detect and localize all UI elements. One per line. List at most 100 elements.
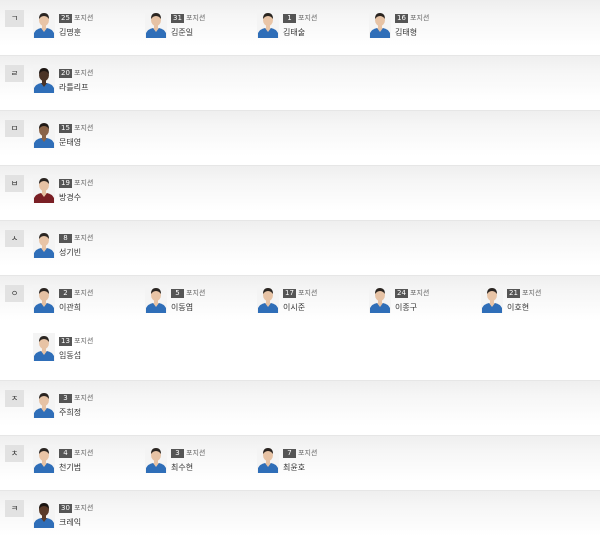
- initial-letter-label: ㅋ: [5, 500, 24, 517]
- player-photo[interactable]: [481, 285, 503, 313]
- player-photo-image: [481, 285, 503, 313]
- player-photo[interactable]: [257, 10, 279, 38]
- jersey-number-badge: 16: [395, 14, 408, 23]
- player-photo[interactable]: [33, 390, 55, 418]
- jersey-number-badge: 13: [59, 337, 72, 346]
- initial-letter-label: ㅁ: [5, 120, 24, 137]
- player-name-link[interactable]: 방경수: [59, 192, 81, 203]
- player-card[interactable]: 8 포지션성기빈: [33, 230, 143, 264]
- jersey-number-badge: 25: [59, 14, 72, 23]
- player-name-link[interactable]: 이종구: [395, 302, 417, 313]
- player-photo[interactable]: [33, 333, 55, 361]
- player-name-link[interactable]: 최윤호: [283, 462, 305, 473]
- position-label: 포지션: [410, 14, 430, 22]
- player-card[interactable]: 17 포지션 이시준: [257, 285, 367, 319]
- jersey-number-badge: 3: [171, 449, 184, 458]
- player-photo[interactable]: [257, 445, 279, 473]
- player-photo[interactable]: [369, 10, 391, 38]
- player-photo-image: [145, 445, 167, 473]
- initial-group: ㅈ 3 포지션 주희정: [0, 380, 600, 435]
- player-card[interactable]: 5 포지션 이동엽: [145, 285, 255, 319]
- player-photo[interactable]: [33, 230, 55, 258]
- initial-letter-label: ㅅ: [5, 230, 24, 247]
- player-photo[interactable]: [145, 285, 167, 313]
- player-photo-image: [33, 500, 55, 528]
- player-card[interactable]: 4 포지션 천기범: [33, 445, 143, 479]
- group-divider: [0, 220, 600, 221]
- player-name-link[interactable]: 임동섭: [59, 350, 81, 361]
- player-card[interactable]: 15 포지션 문태영: [33, 120, 143, 154]
- player-photo-image: [33, 390, 55, 418]
- player-card[interactable]: 19 포지션 방경수: [33, 175, 143, 209]
- player-name-link[interactable]: 문태영: [59, 137, 81, 148]
- jersey-number-badge: 2: [59, 289, 72, 298]
- player-name-link[interactable]: 이관희: [59, 302, 81, 313]
- player-name-link[interactable]: 이시준: [283, 302, 305, 313]
- initial-group: ㅇ 2 포지션 이관희 5 포지션 이동엽 17 포지션 이시준 24 포지션 이종구 21 포지션 이호현 1…: [0, 275, 600, 378]
- player-photo[interactable]: [33, 500, 55, 528]
- player-name-link[interactable]: 성기빈: [59, 247, 81, 258]
- group-divider: [0, 435, 600, 436]
- jersey-number-badge: 30: [59, 504, 72, 513]
- player-name-link[interactable]: 크레익: [59, 517, 81, 528]
- position-label: 포지션: [74, 337, 94, 345]
- jersey-number-badge: 17: [283, 289, 296, 298]
- position-label: 포지션: [410, 289, 430, 297]
- player-name-link[interactable]: 라틀리프: [59, 82, 88, 93]
- player-photo[interactable]: [145, 445, 167, 473]
- jersey-number-badge: 21: [507, 289, 520, 298]
- position-label: 포지션: [74, 234, 94, 242]
- player-card[interactable]: 1 포지션 김태술: [257, 10, 367, 44]
- player-card[interactable]: 30 포지션 크레익: [33, 500, 143, 534]
- player-card[interactable]: 16 포지션김태형: [369, 10, 479, 44]
- position-label: 포지션: [74, 124, 94, 132]
- position-label: 포지션: [74, 449, 94, 457]
- initial-letter-label: ㄹ: [5, 65, 24, 82]
- initial-letter-label: ㅊ: [5, 445, 24, 462]
- initial-letter-label: ㄱ: [5, 10, 24, 27]
- position-label: 포지션: [74, 69, 94, 77]
- player-photo[interactable]: [33, 65, 55, 93]
- player-photo[interactable]: [33, 10, 55, 38]
- player-name-link[interactable]: 주희정: [59, 407, 81, 418]
- player-name-link[interactable]: 김준일: [171, 27, 193, 38]
- position-label: 포지션: [298, 449, 318, 457]
- player-photo[interactable]: [33, 285, 55, 313]
- group-divider: [0, 110, 600, 111]
- player-photo-image: [33, 445, 55, 473]
- initial-letter-label: ㅂ: [5, 175, 24, 192]
- player-name-link[interactable]: 이호현: [507, 302, 529, 313]
- player-photo[interactable]: [369, 285, 391, 313]
- player-photo[interactable]: [33, 445, 55, 473]
- player-name-link[interactable]: 김태술: [283, 27, 305, 38]
- jersey-number-badge: 8: [59, 234, 72, 243]
- player-name-link[interactable]: 최수현: [171, 462, 193, 473]
- player-card[interactable]: 20 포지션 라틀리프: [33, 65, 143, 99]
- player-name-link[interactable]: 천기범: [59, 462, 81, 473]
- initial-group: ㅅ 8 포지션성기빈: [0, 220, 600, 275]
- player-photo[interactable]: [257, 285, 279, 313]
- player-card[interactable]: 24 포지션 이종구: [369, 285, 479, 319]
- jersey-number-badge: 1: [283, 14, 296, 23]
- initial-group: ㅁ 15 포지션 문태영: [0, 110, 600, 165]
- player-photo[interactable]: [145, 10, 167, 38]
- initial-letter-label: ㅈ: [5, 390, 24, 407]
- player-name-link[interactable]: 이동엽: [171, 302, 193, 313]
- player-card[interactable]: 3 포지션 주희정: [33, 390, 143, 424]
- initial-group: ㄱ 25 포지션 김명훈 31 포지션 김준일 1 포지션 김태술 16 포지션 김태형: [0, 0, 600, 55]
- initial-letter-label: ㅇ: [5, 285, 24, 302]
- player-card[interactable]: 31 포지션 김준일: [145, 10, 255, 44]
- player-card[interactable]: 7 포지션 최윤호: [257, 445, 367, 479]
- player-name-link[interactable]: 김명훈: [59, 27, 81, 38]
- jersey-number-badge: 31: [171, 14, 184, 23]
- position-label: 포지션: [74, 179, 94, 187]
- player-name-link[interactable]: 김태형: [395, 27, 417, 38]
- player-card[interactable]: 21 포지션 이호현: [481, 285, 591, 319]
- player-card[interactable]: 25 포지션 김명훈: [33, 10, 143, 44]
- player-card[interactable]: 13 포지션임동섭: [33, 333, 143, 367]
- jersey-number-badge: 3: [59, 394, 72, 403]
- player-card[interactable]: 3 포지션 최수현: [145, 445, 255, 479]
- player-photo[interactable]: [33, 175, 55, 203]
- player-card[interactable]: 2 포지션 이관희: [33, 285, 143, 319]
- player-photo[interactable]: [33, 120, 55, 148]
